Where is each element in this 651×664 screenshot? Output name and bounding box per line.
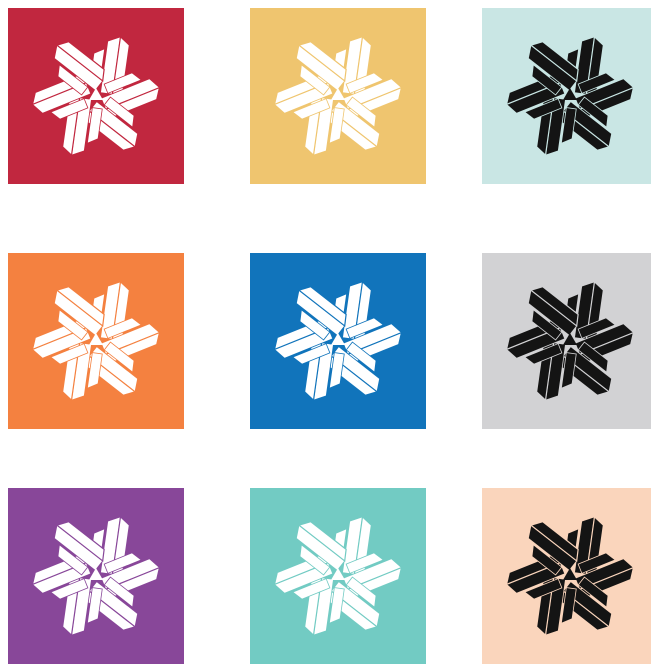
pinwheel-logo-icon (8, 488, 184, 664)
pinwheel-logo-icon (250, 253, 426, 429)
swatch-mustard (250, 8, 426, 184)
swatch-purple (8, 488, 184, 664)
pinwheel-logo-icon (8, 253, 184, 429)
logo-color-grid (0, 0, 651, 664)
swatch-peach (482, 488, 651, 664)
swatch-grey (482, 253, 651, 429)
swatch-blue (250, 253, 426, 429)
swatch-crimson (8, 8, 184, 184)
swatch-orange (8, 253, 184, 429)
pinwheel-logo-icon (482, 253, 651, 429)
pinwheel-logo-icon (8, 8, 184, 184)
pinwheel-logo-icon (250, 8, 426, 184)
pinwheel-logo-icon (482, 488, 651, 664)
pinwheel-logo-icon (482, 8, 651, 184)
swatch-teal (250, 488, 426, 664)
swatch-mint (482, 8, 651, 184)
pinwheel-logo-icon (250, 488, 426, 664)
